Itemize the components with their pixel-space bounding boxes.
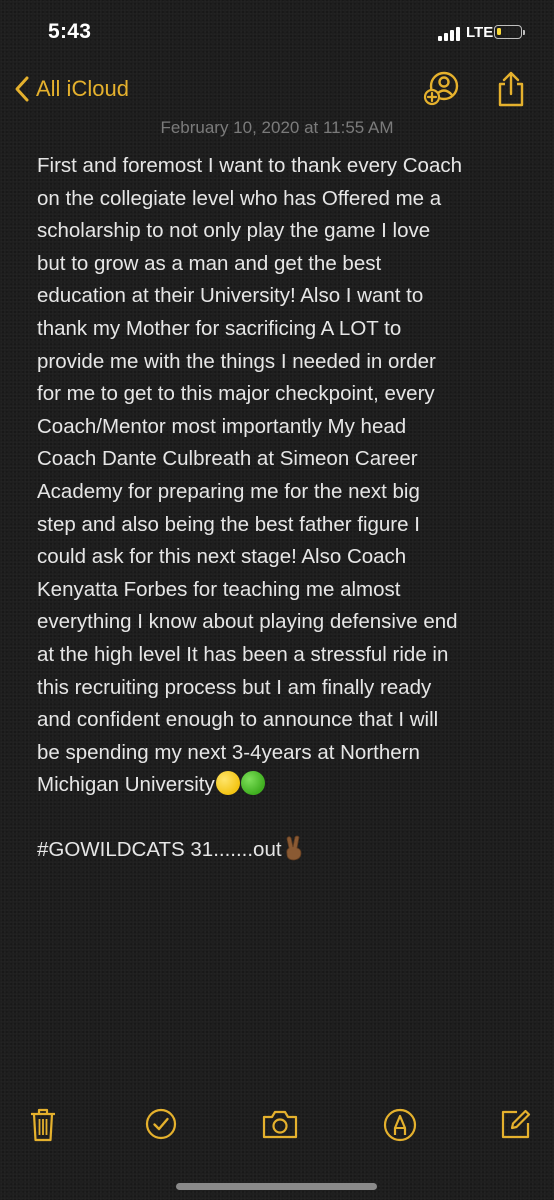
note-timestamp: February 10, 2020 at 11:55 AM — [160, 118, 394, 137]
add-person-icon — [423, 71, 459, 106]
note-line: but to grow as a man and get the best — [37, 251, 382, 275]
green-circle-emoji-icon — [240, 771, 265, 796]
note-line: Coach Dante Culbreath at Simeon Career — [37, 447, 418, 471]
note-line: Coach/Mentor most importantly My head — [37, 414, 407, 438]
trash-icon — [31, 1108, 55, 1142]
note-line: Kenyatta Forbes for teaching me almost — [37, 577, 401, 601]
navigation-bar: All iCloud — [0, 66, 554, 112]
note-line: step and also being the best father figu… — [37, 512, 420, 536]
victory-hand-emoji-icon — [285, 836, 301, 861]
checklist-button[interactable] — [145, 1108, 177, 1145]
note-closing-text: #GOWILDCATS 31.......out — [37, 838, 282, 862]
note-line: and confident enough to announce that I … — [37, 708, 439, 732]
note-line: for me to get to this major checkpoint, … — [37, 382, 435, 406]
note-line: provide me with the things I needed in o… — [37, 349, 436, 373]
note-line: Academy for preparing me for the next bi… — [37, 479, 420, 503]
note-line: this recruiting process but I am finally… — [37, 675, 432, 699]
note-line: thank my Mother for sacrificing A LOT to — [37, 316, 402, 340]
note-line: could ask for this next stage! Also Coac… — [37, 545, 407, 569]
share-icon — [498, 71, 524, 107]
note-line: First and foremost I want to thank every… — [37, 154, 462, 177]
camera-icon — [262, 1110, 298, 1139]
status-bar: 5:43 LTE — [0, 0, 554, 66]
add-person-button[interactable] — [423, 70, 461, 113]
note-line: scholarship to not only play the game I … — [37, 219, 431, 243]
checklist-icon — [145, 1108, 177, 1140]
markup-button[interactable] — [383, 1108, 417, 1147]
markup-icon — [383, 1108, 417, 1142]
home-indicator[interactable] — [176, 1183, 377, 1190]
yellow-circle-emoji-icon — [215, 771, 240, 796]
network-type: LTE — [466, 24, 494, 41]
status-time: 5:43 — [48, 20, 92, 43]
cellular-signal-icon — [438, 25, 462, 41]
note-line: be spending my next 3-4years at Northern — [37, 740, 420, 764]
note-line: at the high level It has been a stressfu… — [37, 642, 449, 666]
battery-level — [497, 28, 501, 35]
chevron-left-icon — [15, 76, 29, 102]
note-line: on the collegiate level who has Offered … — [37, 186, 442, 210]
note-line-text: Michigan University — [37, 773, 215, 797]
note-line-last: Michigan University — [37, 769, 537, 802]
battery-icon — [494, 25, 525, 39]
delete-button[interactable] — [30, 1108, 56, 1147]
bottom-toolbar — [0, 1104, 554, 1148]
camera-button[interactable] — [261, 1108, 299, 1145]
share-button[interactable] — [494, 70, 528, 113]
note-line: education at their University! Also I wa… — [37, 284, 424, 308]
compose-button[interactable] — [500, 1108, 532, 1145]
note-body[interactable]: First and foremost I want to thank every… — [37, 150, 537, 867]
compose-icon — [501, 1109, 531, 1139]
note-closing-line: #GOWILDCATS 31.......out — [37, 834, 537, 867]
back-button-label: All iCloud — [36, 76, 129, 101]
back-button[interactable]: All iCloud — [14, 73, 129, 105]
note-line: everything I know about playing defensiv… — [37, 610, 458, 634]
